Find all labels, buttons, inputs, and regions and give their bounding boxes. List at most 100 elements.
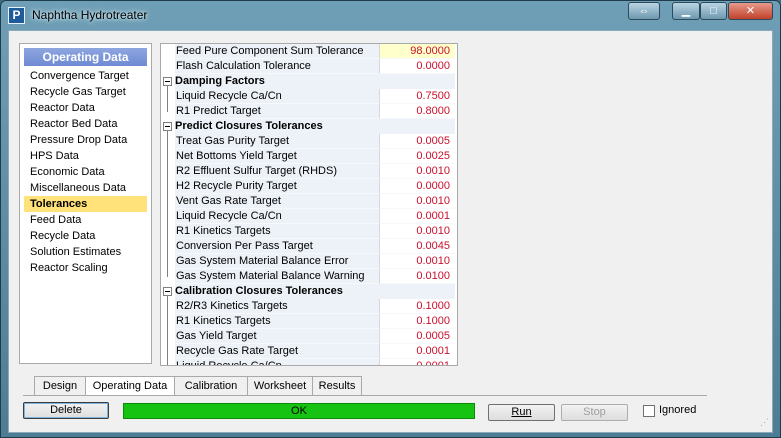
table-row[interactable]: Liquid Recycle Ca/Cn 0.7500 bbox=[161, 89, 457, 104]
row-label: Feed Pure Component Sum Tolerance bbox=[175, 44, 379, 59]
row-value-cell[interactable]: 0.1000 bbox=[379, 299, 455, 314]
group-header-row[interactable]: Calibration Closures Tolerances bbox=[161, 284, 457, 299]
table-row[interactable]: Treat Gas Purity Target 0.0005 bbox=[161, 134, 457, 149]
title-bar[interactable]: P Naphtha Hydrotreater ⇔ ▁ □ ✕ bbox=[1, 1, 780, 29]
close-button[interactable]: ✕ bbox=[728, 2, 773, 20]
run-label: Run bbox=[511, 406, 532, 418]
row-label: Treat Gas Purity Target bbox=[175, 134, 379, 149]
tab-results[interactable]: Results bbox=[312, 376, 362, 396]
swap-window-icon[interactable]: ⇔ bbox=[628, 2, 660, 20]
nav-item[interactable]: Recycle Gas Target bbox=[24, 84, 147, 100]
row-label: Gas System Material Balance Warning bbox=[175, 269, 379, 284]
maximize-button[interactable]: □ bbox=[700, 2, 727, 20]
nav-item[interactable]: Miscellaneous Data bbox=[24, 180, 147, 196]
row-value-cell[interactable]: 0.0001 bbox=[379, 359, 455, 365]
nav-item[interactable]: Feed Data bbox=[24, 212, 147, 228]
nav-item[interactable]: Reactor Data bbox=[24, 100, 147, 116]
run-button[interactable]: Run bbox=[488, 404, 555, 421]
collapse-toggle-icon[interactable] bbox=[163, 77, 172, 86]
tree-connector bbox=[167, 131, 168, 277]
table-row[interactable]: Vent Gas Rate Target 0.0010 bbox=[161, 194, 457, 209]
table-row[interactable]: R2 Effluent Sulfur Target (RHDS) 0.0010 bbox=[161, 164, 457, 179]
group-header-row[interactable]: Predict Closures Tolerances bbox=[161, 119, 457, 134]
nav-item[interactable]: Recycle Data bbox=[24, 228, 147, 244]
delete-button[interactable]: Delete bbox=[23, 402, 109, 419]
group-label: Damping Factors bbox=[175, 74, 455, 89]
row-value-cell[interactable]: 0.0005 bbox=[379, 134, 455, 149]
row-label: R1 Kinetics Targets bbox=[175, 224, 379, 239]
table-row[interactable]: Liquid Recycle Ca/Cn 0.0001 bbox=[161, 209, 457, 224]
row-value-cell[interactable]: 0.0010 bbox=[379, 254, 455, 269]
ignored-label: Ignored bbox=[659, 404, 697, 416]
nav-item[interactable]: HPS Data bbox=[24, 148, 147, 164]
row-label: R1 Predict Target bbox=[175, 104, 379, 119]
tree-connector bbox=[167, 86, 168, 112]
table-row[interactable]: Gas System Material Balance Error 0.0010 bbox=[161, 254, 457, 269]
nav-item[interactable]: Pressure Drop Data bbox=[24, 132, 147, 148]
row-label: Vent Gas Rate Target bbox=[175, 194, 379, 209]
resize-grip-icon[interactable]: ⋰ bbox=[760, 418, 770, 430]
nav-item[interactable]: Reactor Scaling bbox=[24, 260, 147, 276]
row-label: R1 Kinetics Targets bbox=[175, 314, 379, 329]
nav-item[interactable]: Economic Data bbox=[24, 164, 147, 180]
tab-worksheet[interactable]: Worksheet bbox=[247, 376, 313, 396]
nav-item[interactable]: Solution Estimates bbox=[24, 244, 147, 260]
collapse-toggle-icon[interactable] bbox=[163, 122, 172, 131]
section-nav: Operating Data Convergence Target Recycle… bbox=[19, 43, 152, 364]
minimize-button[interactable]: ▁ bbox=[672, 2, 700, 20]
row-value-cell[interactable]: 0.0025 bbox=[379, 149, 455, 164]
table-row[interactable]: Net Bottoms Yield Target 0.0025 bbox=[161, 149, 457, 164]
table-row[interactable]: R1 Kinetics Targets 0.1000 bbox=[161, 314, 457, 329]
tab-divider bbox=[23, 395, 707, 396]
row-label: Liquid Recycle Ca/Cn bbox=[175, 209, 379, 224]
table-row[interactable]: Gas System Material Balance Warning 0.010… bbox=[161, 269, 457, 284]
row-value-cell[interactable]: 0.0001 bbox=[379, 209, 455, 224]
row-label: R2/R3 Kinetics Targets bbox=[175, 299, 379, 314]
row-value-cell[interactable]: 0.0010 bbox=[379, 224, 455, 239]
row-value-cell[interactable]: 0.0045 bbox=[379, 239, 455, 254]
table-row[interactable]: Conversion Per Pass Target 0.0045 bbox=[161, 239, 457, 254]
row-label: Flash Calculation Tolerance bbox=[175, 59, 379, 74]
table-row[interactable]: Flash Calculation Tolerance 0.0000 bbox=[161, 59, 457, 74]
table-row[interactable]: Gas Yield Target 0.0005 bbox=[161, 329, 457, 344]
row-value-cell[interactable]: 0.0100 bbox=[379, 269, 455, 284]
nav-item[interactable]: Convergence Target bbox=[24, 68, 147, 84]
tab-calibration[interactable]: Calibration bbox=[174, 376, 248, 396]
row-value-cell[interactable]: 0.7500 bbox=[379, 89, 455, 104]
tab-design[interactable]: Design bbox=[34, 376, 86, 396]
row-label: Gas System Material Balance Error bbox=[175, 254, 379, 269]
row-value-cell[interactable]: 0.0001 bbox=[379, 344, 455, 359]
row-value-cell[interactable]: 0.0000 bbox=[379, 59, 455, 74]
row-label: Conversion Per Pass Target bbox=[175, 239, 379, 254]
nav-header[interactable]: Operating Data bbox=[24, 48, 147, 66]
ignored-checkbox[interactable] bbox=[643, 405, 655, 417]
row-value-cell[interactable]: 98.0000 bbox=[379, 44, 455, 59]
nav-item[interactable]: Tolerances bbox=[24, 196, 147, 212]
collapse-toggle-icon[interactable] bbox=[163, 287, 172, 296]
stop-button[interactable]: Stop bbox=[561, 404, 628, 421]
tab-operating-data[interactable]: Operating Data bbox=[85, 376, 175, 396]
nav-item[interactable]: Reactor Bed Data bbox=[24, 116, 147, 132]
row-label: Recycle Gas Rate Target bbox=[175, 344, 379, 359]
row-value-cell[interactable]: 0.1000 bbox=[379, 314, 455, 329]
table-row[interactable]: R1 Kinetics Targets 0.0010 bbox=[161, 224, 457, 239]
tree-connector bbox=[167, 296, 168, 365]
group-header-row[interactable]: Damping Factors bbox=[161, 74, 457, 89]
row-value-cell[interactable]: 0.8000 bbox=[379, 104, 455, 119]
table-row[interactable]: Liquid Recycle Ca/Cn 0.0001 bbox=[161, 359, 457, 365]
table-row[interactable]: Feed Pure Component Sum Tolerance 98.0000 bbox=[161, 44, 457, 59]
table-row[interactable]: H2 Recycle Purity Target 0.0000 bbox=[161, 179, 457, 194]
row-value-cell[interactable]: 0.0010 bbox=[379, 164, 455, 179]
table-row[interactable]: R1 Predict Target 0.8000 bbox=[161, 104, 457, 119]
row-value-cell[interactable]: 0.0000 bbox=[379, 179, 455, 194]
table-row[interactable]: Recycle Gas Rate Target 0.0001 bbox=[161, 344, 457, 359]
app-window: P Naphtha Hydrotreater ⇔ ▁ □ ✕ Operating… bbox=[0, 0, 781, 438]
row-label: Liquid Recycle Ca/Cn bbox=[175, 89, 379, 104]
row-label: H2 Recycle Purity Target bbox=[175, 179, 379, 194]
row-value-cell[interactable]: 0.0005 bbox=[379, 329, 455, 344]
client-area: Operating Data Convergence Target Recycle… bbox=[8, 30, 773, 433]
row-value-cell[interactable]: 0.0010 bbox=[379, 194, 455, 209]
table-row[interactable]: R2/R3 Kinetics Targets 0.1000 bbox=[161, 299, 457, 314]
app-logo-icon: P bbox=[8, 7, 25, 24]
row-label: R2 Effluent Sulfur Target (RHDS) bbox=[175, 164, 379, 179]
